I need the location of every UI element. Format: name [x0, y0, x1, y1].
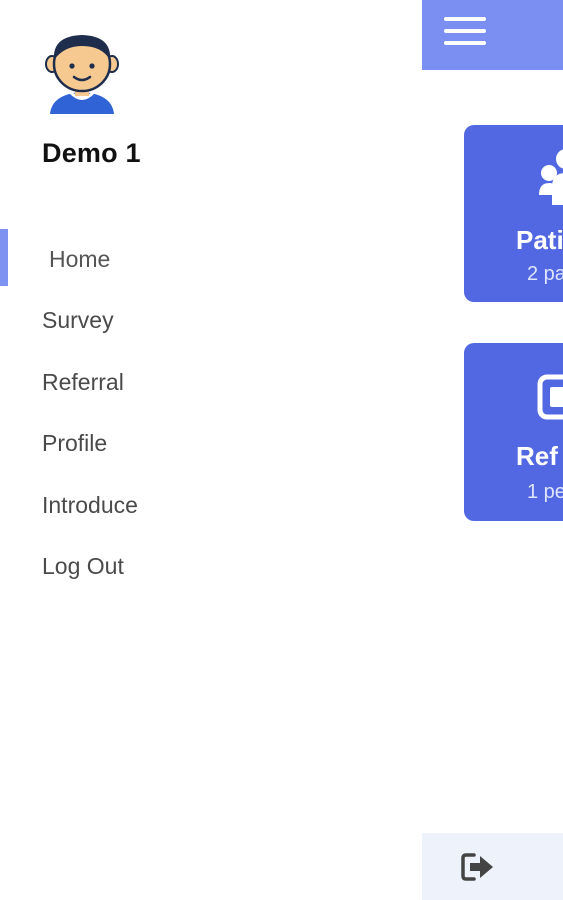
drawer-menu: Home Survey Referral Profile Introduce L… [0, 229, 422, 597]
document-icon [537, 374, 563, 420]
card-title: Pati [516, 225, 563, 255]
patients-card[interactable]: Pati 2 pa [464, 125, 563, 302]
menu-item-referral[interactable]: Referral [0, 352, 422, 413]
people-icon [539, 149, 563, 205]
logout-icon[interactable] [460, 851, 496, 883]
card-subtitle: 2 pa [527, 263, 563, 285]
user-name: Demo 1 [42, 138, 141, 168]
referral-card[interactable]: Ref 1 pe [464, 343, 563, 521]
menu-item-log-out[interactable]: Log Out [0, 536, 422, 597]
navigation-drawer: Demo 1 Home Survey Referral Profile Intr… [0, 0, 422, 900]
main-content: Pati 2 pa Ref 1 pe [422, 0, 563, 900]
menu-item-home[interactable]: Home [0, 229, 422, 290]
menu-item-introduce[interactable]: Introduce [0, 475, 422, 536]
hamburger-icon[interactable] [444, 17, 486, 47]
bottom-bar [422, 833, 563, 900]
app-screen: Pati 2 pa Ref 1 pe Demo 1 Home Survey Re… [0, 0, 563, 900]
user-avatar-icon [45, 35, 119, 114]
app-bar [422, 0, 563, 70]
card-subtitle: 1 pe [527, 481, 563, 503]
menu-item-profile[interactable]: Profile [0, 413, 422, 474]
card-title: Ref [516, 441, 558, 471]
menu-item-survey[interactable]: Survey [0, 290, 422, 351]
